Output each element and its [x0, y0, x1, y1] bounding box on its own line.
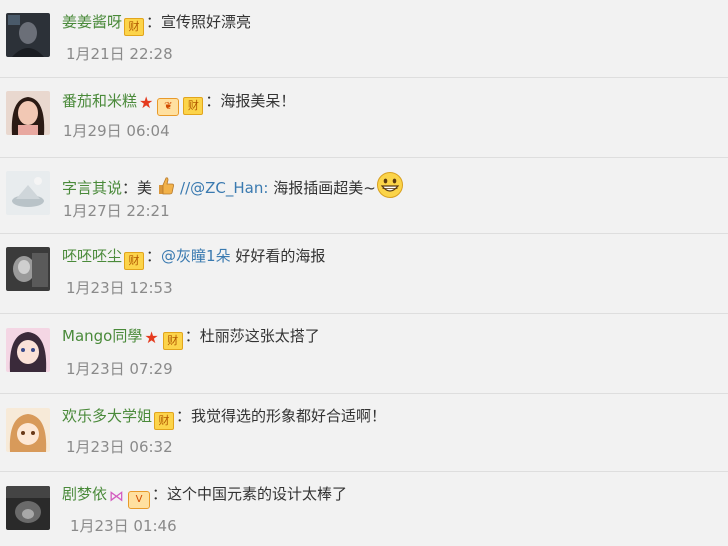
- comment-line: 呸呸呸尘财：@灰瞳1朵 好好看的海报: [62, 246, 325, 270]
- comment-item: 番茄和米糕 ★ ❦ 财：海报美呆！ 1月29日 06:04: [0, 78, 728, 158]
- username[interactable]: Mango同學: [62, 327, 142, 345]
- vip-member-icon[interactable]: ❦: [157, 98, 180, 116]
- username[interactable]: 呸呸呸尘: [62, 247, 122, 265]
- avatar-image: [6, 13, 50, 57]
- colon: ：: [122, 179, 138, 197]
- red-star-icon[interactable]: ★: [144, 328, 158, 348]
- avatar-image: [6, 247, 50, 291]
- cai-badge-icon[interactable]: 财: [154, 412, 175, 430]
- username[interactable]: 字言其说: [62, 179, 122, 197]
- colon: ：: [205, 92, 221, 110]
- comment-item: Mango同學 ★ 财：杜丽莎这张太搭了 1月23日 07:29: [0, 314, 728, 394]
- comment-item: 姜姜酱呀财：宣传照好漂亮 1月21日 22:28: [0, 0, 728, 78]
- timestamp: 1月29日 06:04: [63, 122, 170, 140]
- thumbs-up-emoji: [159, 177, 175, 195]
- timestamp: 1月23日 01:46: [70, 517, 177, 535]
- avatar-image: [6, 408, 50, 452]
- username[interactable]: 姜姜酱呀: [62, 13, 122, 31]
- colon: ：: [146, 247, 162, 265]
- cai-badge-icon[interactable]: 财: [183, 97, 204, 115]
- avatar[interactable]: [6, 13, 50, 57]
- avatar[interactable]: [6, 486, 50, 530]
- colon: ：: [176, 407, 192, 425]
- timestamp: 1月23日 12:53: [66, 279, 173, 297]
- cai-badge-icon[interactable]: 财: [162, 332, 183, 350]
- colon: ：: [184, 327, 200, 345]
- colon: ：: [146, 13, 162, 31]
- timestamp: 1月27日 22:21: [63, 202, 170, 220]
- comment-item: 呸呸呸尘财：@灰瞳1朵 好好看的海报 1月23日 12:53: [0, 234, 728, 314]
- comment-text: 海报插画超美~: [268, 179, 376, 197]
- avatar-image: [6, 91, 50, 135]
- comment-text: 杜丽莎这张太搭了: [199, 327, 320, 345]
- colon: ：: [152, 485, 168, 503]
- avatar[interactable]: [6, 171, 50, 215]
- comment-line: 剧梦依 ⋈ V ：这个中国元素的设计太棒了: [62, 484, 347, 509]
- comment-line: Mango同學 ★ 财：杜丽莎这张太搭了: [62, 326, 320, 350]
- comment-item: 欢乐多大学姐财：我觉得选的形象都好合适啊！ 1月23日 06:32: [0, 394, 728, 472]
- comment-text: 我觉得选的形象都好合适啊！: [191, 407, 387, 425]
- cai-badge-icon[interactable]: 财: [124, 18, 145, 36]
- vip-member-icon[interactable]: V: [128, 491, 151, 509]
- comment-text: 宣传照好漂亮: [161, 13, 252, 31]
- timestamp: 1月23日 07:29: [66, 360, 173, 378]
- comment-text: 海报美呆！: [220, 92, 296, 110]
- avatar[interactable]: [6, 91, 50, 135]
- comment-line: 番茄和米糕 ★ ❦ 财：海报美呆！: [62, 91, 295, 116]
- red-star-icon[interactable]: ★: [139, 93, 153, 113]
- comment-line: 欢乐多大学姐财：我觉得选的形象都好合适啊！: [62, 406, 386, 430]
- avatar[interactable]: [6, 328, 50, 372]
- avatar[interactable]: [6, 408, 50, 452]
- comment-line: 姜姜酱呀财：宣传照好漂亮: [62, 12, 251, 36]
- comment-text: 好好看的海报: [230, 247, 326, 265]
- avatar-image: [6, 486, 50, 530]
- timestamp: 1月23日 06:32: [66, 438, 173, 456]
- cai-badge-icon[interactable]: 财: [124, 252, 145, 270]
- repost-mention-link[interactable]: //@ZC_Han:: [180, 179, 268, 197]
- pink-bow-icon[interactable]: ⋈: [109, 486, 124, 506]
- avatar[interactable]: [6, 247, 50, 291]
- comment-item: 字言其说：美 //@ZC_Han: 海报插画超美~ 1月27日 22:21: [0, 158, 728, 234]
- comment-item: 剧梦依 ⋈ V ：这个中国元素的设计太棒了 1月23日 01:46: [0, 472, 728, 546]
- username[interactable]: 欢乐多大学姐: [62, 407, 152, 425]
- username[interactable]: 番茄和米糕: [62, 92, 137, 110]
- timestamp: 1月21日 22:28: [66, 45, 173, 63]
- comment-text-prefix: 美: [137, 179, 153, 197]
- mention-link[interactable]: @灰瞳1朵: [161, 247, 231, 265]
- avatar-image: [6, 171, 50, 215]
- username[interactable]: 剧梦依: [62, 485, 107, 503]
- avatar-image: [6, 328, 50, 372]
- comment-text: 这个中国元素的设计太棒了: [167, 485, 348, 503]
- comment-list: 姜姜酱呀财：宣传照好漂亮 1月21日 22:28 番茄和米糕 ★ ❦ 财：海报美呆！ …: [0, 0, 728, 546]
- comment-line: 字言其说：美 //@ZC_Han: 海报插画超美~: [62, 171, 404, 199]
- grinning-emoji: [376, 172, 403, 198]
